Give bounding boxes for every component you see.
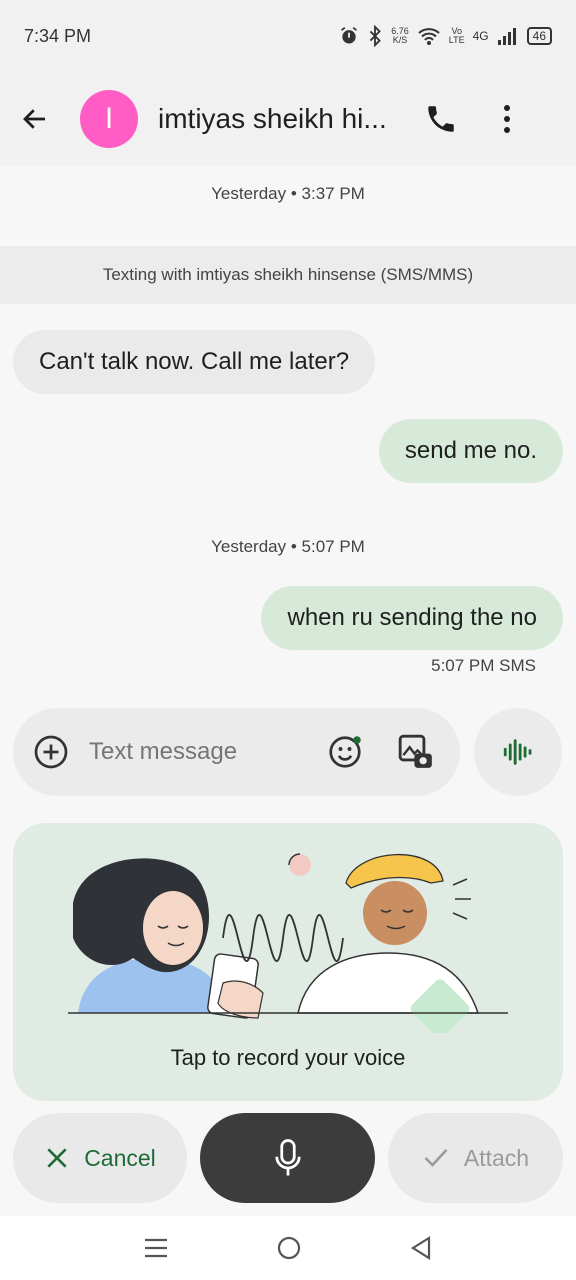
attach-button[interactable]: Attach bbox=[388, 1113, 563, 1203]
message-bubble-incoming[interactable]: Can't talk now. Call me later? bbox=[13, 330, 376, 394]
home-icon[interactable] bbox=[276, 1235, 302, 1261]
emoji-icon bbox=[329, 736, 361, 768]
back-button[interactable] bbox=[20, 104, 50, 134]
message-status: 5:07 PM SMS bbox=[431, 656, 536, 675]
voice-record-button[interactable] bbox=[474, 708, 562, 796]
call-button[interactable] bbox=[424, 102, 458, 136]
gallery-icon bbox=[398, 734, 432, 768]
emoji-button[interactable] bbox=[327, 734, 363, 770]
net-speed: 6.76 K/S bbox=[391, 27, 409, 45]
contact-avatar[interactable]: I bbox=[80, 90, 138, 148]
wifi-icon bbox=[418, 28, 440, 45]
cancel-button[interactable]: Cancel bbox=[13, 1113, 187, 1203]
status-bar: 7:34 PM 6.76 K/S Vo LTE 4G 46 bbox=[0, 0, 576, 72]
volte-indicator: Vo LTE bbox=[449, 27, 465, 45]
timestamp-yesterday-507: Yesterday • 5:07 PM bbox=[211, 537, 365, 556]
back-arrow-icon bbox=[23, 109, 45, 129]
cancel-label: Cancel bbox=[84, 1144, 156, 1171]
recents-menu-icon[interactable] bbox=[143, 1236, 169, 1260]
system-navigation-bar bbox=[0, 1216, 576, 1280]
battery-icon: 46 bbox=[526, 27, 552, 45]
attach-label: Attach bbox=[463, 1144, 530, 1171]
status-time: 7:34 PM bbox=[24, 25, 92, 46]
close-icon bbox=[47, 1148, 67, 1168]
record-mic-button[interactable] bbox=[200, 1113, 375, 1203]
voice-illustration bbox=[68, 853, 508, 1033]
network-type: 4G bbox=[472, 29, 489, 43]
microphone-icon bbox=[274, 1139, 301, 1176]
gallery-button[interactable] bbox=[397, 733, 435, 771]
alarm-icon bbox=[341, 27, 358, 44]
more-options-button[interactable] bbox=[502, 104, 512, 134]
message-bubble-outgoing[interactable]: send me no. bbox=[378, 419, 563, 483]
voice-recording-card[interactable]: Tap to record your voice bbox=[13, 823, 563, 1101]
voice-card-caption: Tap to record your voice bbox=[170, 1045, 406, 1070]
compose-bar bbox=[13, 708, 460, 796]
volte-bottom: LTE bbox=[448, 35, 465, 45]
text-message-input[interactable] bbox=[89, 738, 309, 766]
bluetooth-icon bbox=[370, 25, 382, 47]
sms-info-banner: Texting with imtiyas sheikh hinsense (SM… bbox=[0, 246, 576, 304]
signal-icon bbox=[497, 28, 516, 45]
contact-name[interactable]: imtiyas sheikh hi... bbox=[158, 103, 398, 135]
add-circle-icon bbox=[34, 735, 68, 769]
more-vert-icon bbox=[504, 105, 510, 133]
status-icons: 6.76 K/S Vo LTE 4G 46 bbox=[339, 25, 552, 47]
phone-icon bbox=[428, 106, 454, 132]
message-bubble-outgoing[interactable]: when ru sending the no bbox=[261, 586, 563, 650]
voice-wave-icon bbox=[503, 739, 532, 765]
add-attachment-button[interactable] bbox=[33, 734, 69, 770]
back-nav-icon[interactable] bbox=[409, 1235, 433, 1261]
check-icon bbox=[424, 1148, 448, 1167]
net-speed-unit: K/S bbox=[392, 35, 408, 45]
timestamp-yesterday-337: Yesterday • 3:37 PM bbox=[211, 184, 365, 203]
avatar-letter: I bbox=[104, 102, 114, 135]
conversation-app-bar: I imtiyas sheikh hi... bbox=[0, 72, 576, 166]
